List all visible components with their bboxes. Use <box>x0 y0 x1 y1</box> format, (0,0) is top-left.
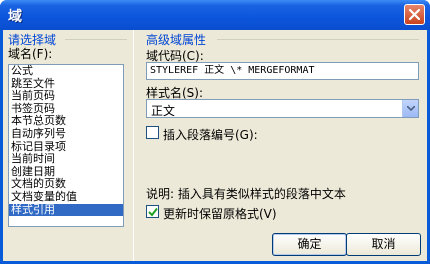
window-title: 域 <box>8 9 22 25</box>
field-names-label: 域名(F): <box>8 47 53 61</box>
check-icon <box>148 207 158 217</box>
field-name-item[interactable]: 当前时间 <box>9 153 123 166</box>
ok-button[interactable]: 确定 <box>272 233 347 256</box>
field-name-item[interactable]: 公式 <box>9 65 123 78</box>
close-button[interactable] <box>404 4 425 25</box>
dialog-body: 请选择域 域名(F): 公式 跳至文件 当前页码 书签页码 本节总页数 自动序列号 标记目录… <box>3 30 427 261</box>
section-divider <box>133 30 134 261</box>
style-dropdown-button[interactable] <box>402 100 418 117</box>
style-name-select[interactable]: 正文 <box>146 99 419 118</box>
field-names-listbox[interactable]: 公式 跳至文件 当前页码 书签页码 本节总页数 自动序列号 标记目录项 当前时间 创建日期 文档的… <box>8 64 124 227</box>
field-name-item[interactable]: 自动序列号 <box>9 127 123 141</box>
field-name-item[interactable]: 文档变量的值 <box>9 190 123 204</box>
description-text: 说明: 插入具有类似样式的段落中文本 <box>146 187 346 201</box>
field-name-item[interactable]: 样式引用 <box>9 203 123 217</box>
preserve-format-checkbox[interactable] <box>146 205 159 218</box>
title-bar[interactable]: 域 <box>0 0 430 30</box>
cancel-button[interactable]: 取消 <box>346 233 421 256</box>
insert-para-number-checkbox[interactable] <box>146 126 159 139</box>
field-name-item[interactable]: 当前页码 <box>9 90 123 103</box>
dialog-window: 域 请选择域 域名(F): 公式 跳至文件 当前页码 书签页码 本节总页数 自动序列号 标记… <box>0 0 430 264</box>
style-name-value: 正文 <box>151 104 176 118</box>
right-section-header: 高级域属性 <box>146 33 207 47</box>
right-header-divider <box>217 39 419 40</box>
chevron-down-icon <box>407 106 415 111</box>
preserve-format-label: 更新时保留原格式(V) <box>163 207 277 221</box>
left-header-divider <box>65 39 127 40</box>
insert-para-number-label: 插入段落编号(G): <box>163 128 258 142</box>
field-code-input[interactable]: STYLEREF 正文 \* MERGEFORMAT <box>146 62 419 80</box>
close-icon <box>408 8 421 21</box>
